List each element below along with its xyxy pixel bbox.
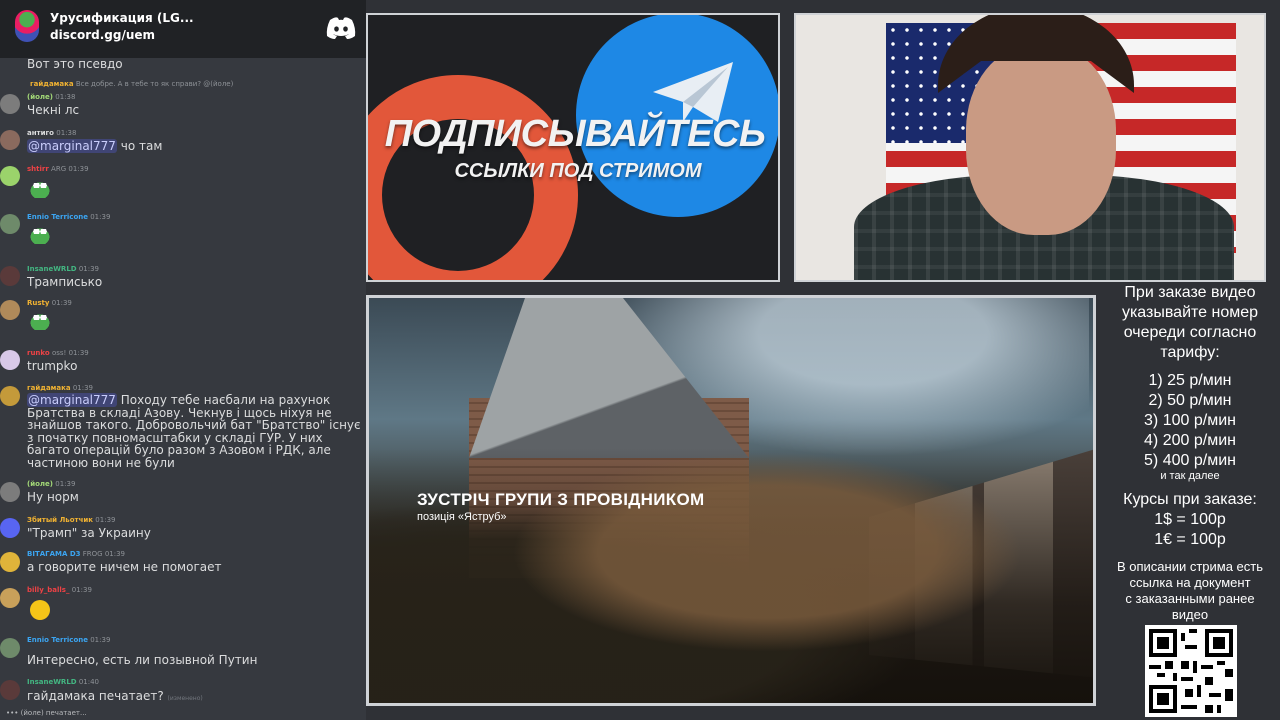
partial-message: Вот это псевдо bbox=[27, 57, 123, 71]
chat-overlay: Вот это псевдо гайдамака Все добре. А в … bbox=[0, 0, 366, 720]
frog-emoji-icon bbox=[28, 180, 52, 198]
username[interactable]: Rusty bbox=[27, 299, 49, 307]
username[interactable]: антиго bbox=[27, 129, 54, 137]
frog-emoji-icon bbox=[28, 312, 52, 330]
avatar[interactable] bbox=[0, 166, 20, 186]
badge: oss! bbox=[51, 349, 67, 357]
avatar[interactable] bbox=[0, 588, 20, 608]
streamer-face bbox=[966, 45, 1116, 235]
note-line: видео bbox=[1171, 607, 1209, 622]
username[interactable]: billy_balls_ bbox=[27, 586, 69, 594]
avatar[interactable] bbox=[0, 638, 20, 658]
message-text: Трамписько bbox=[27, 275, 103, 289]
discord-invite-banner[interactable]: Урусификация (LG... discord.gg/uem bbox=[0, 0, 366, 58]
timestamp: 01:39 bbox=[95, 516, 116, 524]
timestamp: 01:39 bbox=[104, 550, 125, 558]
server-name: Урусификация (LG... bbox=[50, 11, 194, 25]
tariff-item: 1) 25 р/мин bbox=[1148, 372, 1232, 389]
message-text: Интересно, есть ли позывной Путин bbox=[27, 653, 258, 667]
qr-code-icon[interactable] bbox=[1145, 625, 1237, 717]
note-line: с заказанными ранее bbox=[1125, 591, 1255, 606]
username[interactable]: InsaneWRLD bbox=[27, 265, 77, 273]
info-heading-line: тарифу: bbox=[1160, 344, 1220, 361]
message-text: @marginal777 Походу тебе наєбали на раху… bbox=[27, 393, 361, 470]
server-icon bbox=[15, 10, 39, 42]
avatar[interactable] bbox=[0, 300, 20, 320]
timestamp: 01:38 bbox=[55, 93, 76, 101]
emoji-face-icon bbox=[30, 600, 50, 620]
tariff-item: 5) 400 р/мин bbox=[1144, 452, 1236, 469]
tariff-etc: и так далее bbox=[1160, 470, 1220, 482]
timestamp: 01:39 bbox=[51, 299, 72, 307]
rates-heading: Курсы при заказе: bbox=[1123, 491, 1257, 508]
username[interactable]: (йоле) bbox=[27, 93, 53, 101]
message-text: @marginal777 чо там bbox=[27, 139, 163, 153]
tariff-item: 4) 200 р/мин bbox=[1144, 432, 1236, 449]
avatar[interactable] bbox=[0, 680, 20, 700]
badge: ARG bbox=[51, 165, 67, 173]
info-heading-line: При заказе видео bbox=[1124, 284, 1256, 301]
webcam-feed bbox=[794, 13, 1266, 282]
avatar[interactable] bbox=[0, 386, 20, 406]
message-text: "Трамп" за Украину bbox=[27, 526, 151, 540]
avatar[interactable] bbox=[0, 482, 20, 502]
tariff-item: 3) 100 р/мин bbox=[1144, 412, 1236, 429]
typing-indicator: ••• (йоле) печатает... bbox=[6, 709, 87, 717]
username[interactable]: Ennio Terricone bbox=[27, 636, 88, 644]
chat-messages: Вот это псевдо гайдамака Все добре. А в … bbox=[0, 56, 366, 706]
note-line: В описании стрима есть bbox=[1116, 559, 1264, 574]
discord-logo-icon bbox=[326, 17, 356, 39]
timestamp: 01:39 bbox=[71, 586, 92, 594]
subscribe-promo-panel: ПОДПИСЫВАЙТЕСЬ ССЫЛКИ ПОД СТРИМОМ bbox=[366, 13, 780, 282]
username[interactable]: (йоле) bbox=[27, 480, 53, 488]
edited-label: (изменено) bbox=[167, 695, 203, 702]
timestamp: 01:39 bbox=[55, 480, 76, 488]
note-line: ссылка на документ bbox=[1129, 575, 1251, 590]
username[interactable]: Ennio Terricone bbox=[27, 213, 88, 221]
user-mention[interactable]: @marginal777 bbox=[27, 139, 117, 153]
avatar[interactable] bbox=[0, 94, 20, 114]
avatar[interactable] bbox=[0, 130, 20, 150]
message-text: Ну норм bbox=[27, 490, 79, 504]
username[interactable]: shtirr bbox=[27, 165, 49, 173]
message-text: а говорите ничем не помогает bbox=[27, 560, 222, 574]
message-text: гайдамака печатает? (изменено) bbox=[27, 689, 203, 703]
invite-link[interactable]: discord.gg/uem bbox=[50, 28, 155, 42]
timestamp: 01:40 bbox=[78, 678, 100, 686]
order-info-panel: При заказе видео указывайте номер очеред… bbox=[1100, 283, 1280, 720]
timestamp: 01:39 bbox=[78, 265, 100, 273]
info-heading-line: очереди согласно bbox=[1123, 324, 1257, 341]
typing-dots-icon: ••• bbox=[6, 709, 19, 717]
timestamp: 01:39 bbox=[90, 213, 111, 221]
username[interactable]: runko bbox=[27, 349, 50, 357]
username[interactable]: InsaneWRLD bbox=[27, 678, 77, 686]
badge: FROG bbox=[82, 550, 103, 558]
username[interactable]: Збитый Льотчик bbox=[27, 516, 93, 524]
timestamp: 01:38 bbox=[56, 129, 77, 137]
avatar[interactable] bbox=[0, 214, 20, 234]
info-heading-line: указывайте номер bbox=[1121, 304, 1259, 321]
message-text: Чекні лс bbox=[27, 103, 80, 117]
promo-title: ПОДПИСЫВАЙТЕСЬ bbox=[384, 113, 766, 155]
promo-subtitle: ССЫЛКИ ПОД СТРИМОМ bbox=[454, 160, 702, 182]
video-subtitle: позиція «Яструб» bbox=[417, 511, 507, 523]
rate-item: 1$ = 100р bbox=[1154, 511, 1226, 528]
avatar[interactable] bbox=[0, 552, 20, 572]
avatar[interactable] bbox=[0, 350, 20, 370]
rate-item: 1€ = 100р bbox=[1154, 531, 1226, 548]
timestamp: 01:39 bbox=[68, 165, 89, 173]
timestamp: 01:39 bbox=[90, 636, 111, 644]
avatar[interactable] bbox=[0, 266, 20, 286]
video-title: ЗУСТРІЧ ГРУПИ З ПРОВІДНИКОМ bbox=[417, 490, 705, 509]
video-bushes bbox=[369, 448, 1093, 703]
username[interactable]: гайдамака bbox=[27, 384, 71, 392]
video-player[interactable]: ЗУСТРІЧ ГРУПИ З ПРОВІДНИКОМ позиція «Яст… bbox=[366, 295, 1096, 706]
timestamp: 01:39 bbox=[72, 384, 94, 392]
message-text: trumpko bbox=[27, 359, 78, 373]
avatar[interactable] bbox=[0, 518, 20, 538]
tariff-item: 2) 50 р/мин bbox=[1148, 392, 1232, 409]
timestamp: 01:39 bbox=[68, 349, 89, 357]
frog-emoji-icon bbox=[28, 226, 52, 244]
username[interactable]: ВІТАГАМА D3 bbox=[27, 550, 81, 558]
